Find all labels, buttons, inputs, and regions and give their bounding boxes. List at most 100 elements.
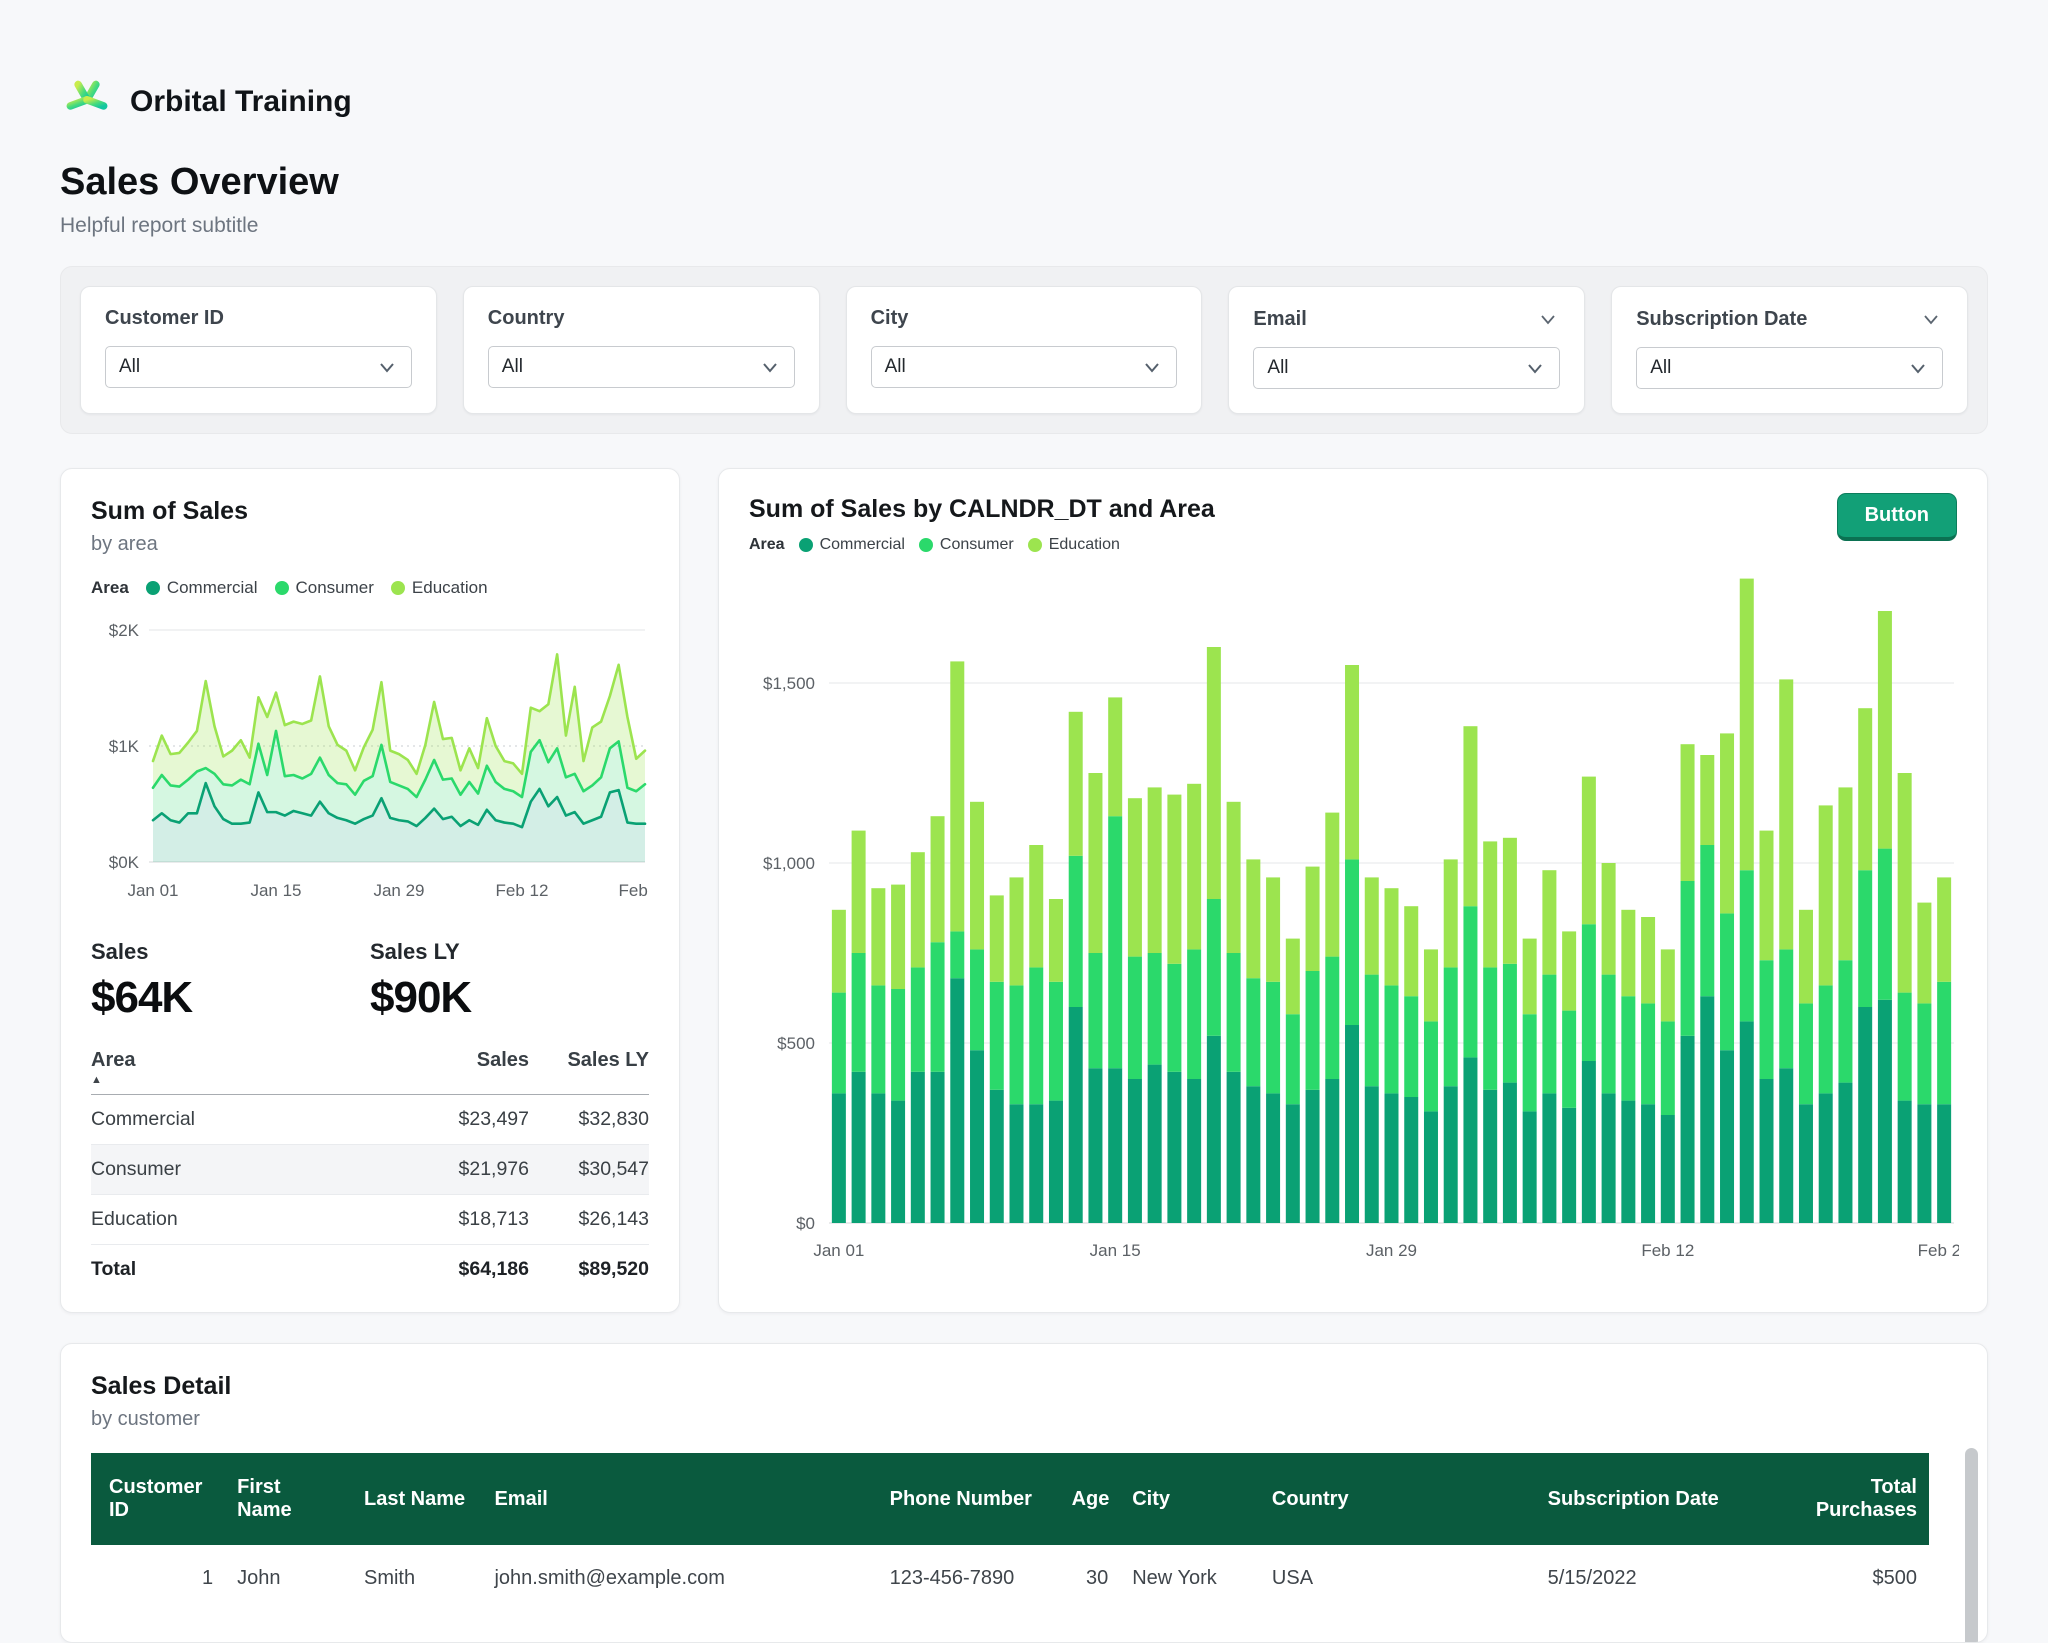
svg-text:Jan 15: Jan 15 [1090, 1241, 1141, 1260]
svg-text:$1,000: $1,000 [763, 854, 815, 873]
legend-title: Area [91, 578, 129, 598]
chevron-down-icon [1141, 356, 1163, 378]
brand-header: Orbital Training [60, 0, 1988, 131]
legend-label: Commercial [167, 578, 258, 598]
country-dropdown[interactable]: All [488, 346, 795, 388]
svg-text:$1K: $1K [109, 737, 140, 756]
column-header-last-name[interactable]: Last Name [352, 1453, 482, 1545]
svg-text:$2K: $2K [109, 621, 140, 640]
filter-customer-id: Customer ID All [80, 286, 437, 414]
sum-of-sales-card: Sum of Sales by area Area Commercial Con… [60, 468, 680, 1313]
legend-item-consumer[interactable]: Consumer [919, 536, 1014, 554]
kpi-value: $64K [91, 973, 370, 1023]
svg-text:$1,500: $1,500 [763, 674, 815, 693]
dropdown-value: All [502, 356, 523, 378]
filter-country: Country All [463, 286, 820, 414]
column-header-subscription-date[interactable]: Subscription Date [1536, 1453, 1775, 1545]
legend-item-education[interactable]: Education [1028, 536, 1120, 554]
table-row-education[interactable]: Education $18,713 $26,143 [91, 1195, 649, 1245]
dropdown-value: All [119, 356, 140, 378]
svg-text:Feb 12: Feb 12 [1641, 1241, 1694, 1260]
stacked-area-chart[interactable]: $2K $1K $0K Jan 01 Jan 15 Jan 29 Feb 12 Feb 26 [91, 612, 649, 917]
customer-id-dropdown[interactable]: All [105, 346, 412, 388]
legend-item-commercial[interactable]: Commercial [799, 536, 905, 554]
orbital-logo-icon [60, 72, 114, 131]
brand-name: Orbital Training [130, 85, 352, 119]
filter-label: Customer ID [105, 307, 224, 330]
card-title: Sales Detail [91, 1372, 1957, 1401]
sort-ascending-icon: ▲ [91, 1075, 409, 1086]
column-header-phone-number[interactable]: Phone Number [878, 1453, 1060, 1545]
area-chart-legend: Area Commercial Consumer Education [91, 578, 649, 598]
stacked-bar-chart[interactable]: $0$500$1,000$1,500Jan 01Jan 15Jan 29Feb … [749, 568, 1957, 1273]
kpi-row: Sales $64K Sales LY $90K [91, 939, 649, 1023]
report-page: Orbital Training Sales Overview Helpful … [0, 0, 2048, 1643]
kpi-label: Sales [91, 939, 370, 965]
education-dot-icon [1028, 538, 1042, 552]
column-header-city[interactable]: City [1120, 1453, 1260, 1545]
chevron-down-icon [759, 356, 781, 378]
svg-text:Feb 26: Feb 26 [619, 881, 651, 900]
action-button[interactable]: Button [1837, 493, 1957, 541]
card-subtitle: by area [91, 533, 649, 556]
svg-text:Jan 29: Jan 29 [1366, 1241, 1417, 1260]
commercial-dot-icon [799, 538, 813, 552]
filter-city: City All [846, 286, 1203, 414]
consumer-dot-icon [275, 581, 289, 595]
detail-header-row: Customer ID First Name Last Name Email P… [91, 1453, 1929, 1545]
column-header-customer-id[interactable]: Customer ID [91, 1453, 225, 1545]
area-summary-table: Area ▲ Sales Sales LY Commercial $23,497… [91, 1049, 649, 1294]
legend-label: Education [1049, 536, 1120, 554]
chevron-down-icon [376, 356, 398, 378]
email-dropdown[interactable]: All [1253, 347, 1560, 389]
bar-chart-legend: Area Commercial Consumer Education [749, 536, 1957, 554]
column-header-area[interactable]: Area ▲ [91, 1049, 409, 1095]
dropdown-value: All [885, 356, 906, 378]
svg-text:Jan 01: Jan 01 [127, 881, 178, 900]
column-header-sales[interactable]: Sales [409, 1049, 529, 1095]
chevron-down-icon [1524, 357, 1546, 379]
kpi-value: $90K [370, 973, 649, 1023]
card-title: Sum of Sales by CALNDR_DT and Area [749, 495, 1957, 524]
filter-email: Email All [1228, 286, 1585, 414]
legend-label: Consumer [296, 578, 374, 598]
svg-text:$0K: $0K [109, 853, 140, 872]
column-header-first-name[interactable]: First Name [225, 1453, 352, 1545]
commercial-dot-icon [146, 581, 160, 595]
legend-item-education[interactable]: Education [391, 578, 488, 598]
filter-subscription-date: Subscription Date All [1611, 286, 1968, 414]
dropdown-value: All [1267, 357, 1288, 379]
kpi-sales-ly: Sales LY $90K [370, 939, 649, 1023]
svg-text:Jan 29: Jan 29 [373, 881, 424, 900]
consumer-dot-icon [919, 538, 933, 552]
svg-text:Feb 26: Feb 26 [1918, 1241, 1959, 1260]
chevron-down-icon [1907, 357, 1929, 379]
page-title: Sales Overview [60, 161, 1988, 204]
table-row-consumer[interactable]: Consumer $21,976 $30,547 [91, 1145, 649, 1195]
collapse-chevron-icon[interactable] [1536, 307, 1560, 331]
legend-item-consumer[interactable]: Consumer [275, 578, 374, 598]
column-header-country[interactable]: Country [1260, 1453, 1536, 1545]
column-header-email[interactable]: Email [482, 1453, 877, 1545]
legend-label: Education [412, 578, 488, 598]
column-header-total-purchases[interactable]: Total Purchases [1775, 1453, 1929, 1545]
collapse-chevron-icon[interactable] [1919, 307, 1943, 331]
column-header-age[interactable]: Age [1060, 1453, 1121, 1545]
filter-label: Email [1253, 308, 1306, 331]
sales-detail-table: Customer ID First Name Last Name Email P… [91, 1453, 1929, 1600]
education-dot-icon [391, 581, 405, 595]
svg-text:Jan 15: Jan 15 [250, 881, 301, 900]
vertical-scrollbar[interactable] [1965, 1448, 1978, 1643]
legend-label: Commercial [820, 536, 905, 554]
subscription-date-dropdown[interactable]: All [1636, 347, 1943, 389]
svg-text:Jan 01: Jan 01 [813, 1241, 864, 1260]
table-row[interactable]: 1 John Smith john.smith@example.com 123-… [91, 1545, 1929, 1600]
svg-text:$500: $500 [777, 1034, 815, 1053]
table-row-commercial[interactable]: Commercial $23,497 $32,830 [91, 1095, 649, 1145]
column-header-sales-ly[interactable]: Sales LY [529, 1049, 649, 1095]
legend-item-commercial[interactable]: Commercial [146, 578, 258, 598]
city-dropdown[interactable]: All [871, 346, 1178, 388]
page-subtitle: Helpful report subtitle [60, 214, 1988, 238]
table-row-total: Total $64,186 $89,520 [91, 1245, 649, 1295]
svg-text:Feb 12: Feb 12 [496, 881, 549, 900]
